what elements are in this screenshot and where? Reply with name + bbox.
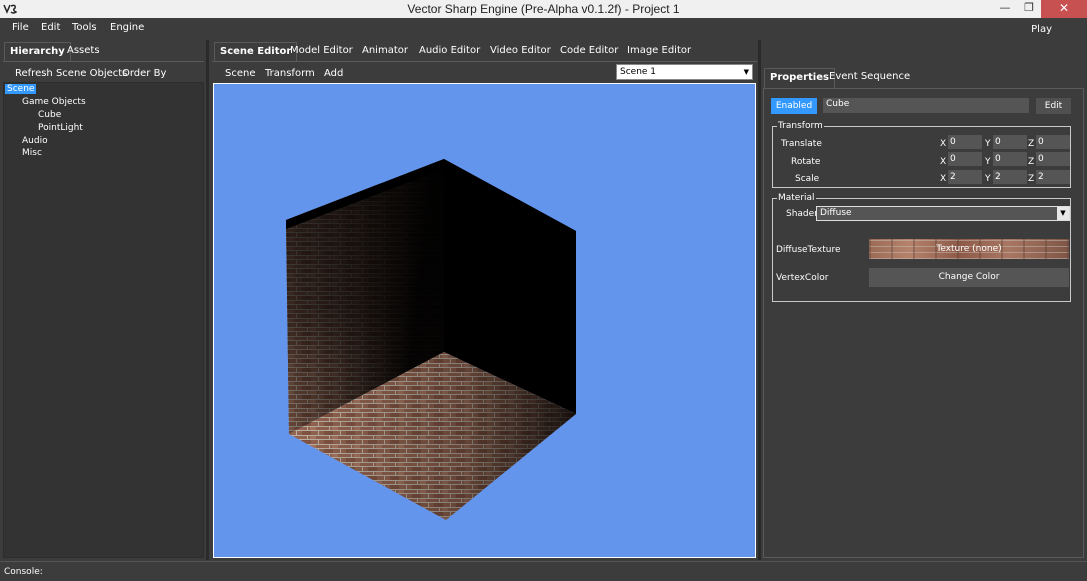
menu-bar: File Edit Tools Engine Play bbox=[0, 18, 1087, 38]
texture-button[interactable]: Texture (none) bbox=[869, 239, 1069, 259]
console-bar: Console: bbox=[0, 561, 1087, 581]
scale-label: Scale bbox=[795, 174, 820, 184]
scene-select[interactable]: Scene 1 ▼ bbox=[616, 64, 753, 80]
menu-file[interactable]: File bbox=[12, 22, 29, 33]
rotate-x-field[interactable]: 0 bbox=[948, 152, 982, 166]
window-title: Vector Sharp Engine (Pre-Alpha v0.1.2f) … bbox=[407, 2, 680, 16]
tree-item-misc[interactable]: Misc bbox=[22, 148, 42, 158]
tab-video-editor[interactable]: Video Editor bbox=[485, 42, 556, 59]
material-title: Material bbox=[777, 193, 816, 203]
diffuse-texture-label: DiffuseTexture bbox=[776, 245, 841, 255]
rotate-z-field[interactable]: 0 bbox=[1036, 152, 1070, 166]
scene-render bbox=[286, 159, 576, 520]
right-splitter[interactable] bbox=[758, 40, 761, 560]
close-button[interactable]: ✕ bbox=[1041, 0, 1087, 18]
shader-select[interactable]: Diffuse ▼ bbox=[816, 206, 1070, 221]
axis-y-label: Y bbox=[985, 174, 991, 184]
play-button[interactable]: Play bbox=[1031, 24, 1052, 35]
rotate-label: Rotate bbox=[791, 157, 821, 167]
object-name-field[interactable]: Cube bbox=[823, 98, 1029, 113]
enabled-toggle[interactable]: Enabled bbox=[771, 98, 817, 114]
editor-tab-divider bbox=[212, 61, 757, 62]
minimize-button[interactable]: — bbox=[993, 0, 1017, 18]
tab-event-sequence[interactable]: Event Sequence bbox=[824, 68, 915, 85]
tab-animator[interactable]: Animator bbox=[357, 42, 413, 59]
tree-item-game-objects[interactable]: Game Objects bbox=[22, 97, 86, 107]
menu-edit[interactable]: Edit bbox=[41, 22, 60, 33]
scale-x-field[interactable]: 2 bbox=[948, 170, 982, 184]
scale-z-field[interactable]: 2 bbox=[1036, 170, 1070, 184]
add-menu[interactable]: Add bbox=[324, 68, 343, 79]
vertex-color-label: VertexColor bbox=[776, 273, 829, 283]
chevron-down-icon: ▼ bbox=[743, 68, 749, 76]
transform-menu[interactable]: Transform bbox=[265, 68, 315, 79]
left-splitter[interactable] bbox=[206, 40, 209, 560]
chevron-down-icon: ▼ bbox=[1057, 207, 1069, 220]
axis-z-label: Z bbox=[1028, 139, 1035, 149]
change-color-button[interactable]: Change Color bbox=[869, 268, 1069, 287]
rotate-y-field[interactable]: 0 bbox=[993, 152, 1027, 166]
scale-y-field[interactable]: 2 bbox=[993, 170, 1027, 184]
tab-image-editor[interactable]: Image Editor bbox=[622, 42, 696, 59]
shader-label: Shader bbox=[786, 209, 818, 219]
axis-z-label: Z bbox=[1028, 157, 1035, 167]
translate-z-field[interactable]: 0 bbox=[1036, 135, 1070, 149]
axis-x-label: X bbox=[940, 157, 947, 167]
axis-x-label: X bbox=[940, 174, 947, 184]
translate-label: Translate bbox=[781, 139, 822, 149]
scene-select-value: Scene 1 bbox=[620, 67, 657, 77]
menu-tools[interactable]: Tools bbox=[72, 22, 97, 33]
tree-item-pointlight[interactable]: PointLight bbox=[38, 123, 83, 133]
transform-title: Transform bbox=[777, 121, 824, 131]
tree-item-audio[interactable]: Audio bbox=[22, 136, 48, 146]
translate-y-field[interactable]: 0 bbox=[993, 135, 1027, 149]
shader-select-value: Diffuse bbox=[820, 208, 852, 218]
tab-model-editor[interactable]: Model Editor bbox=[285, 42, 358, 59]
axis-x-label: X bbox=[940, 139, 947, 149]
tab-assets[interactable]: Assets bbox=[62, 42, 105, 59]
tab-audio-editor[interactable]: Audio Editor bbox=[414, 42, 485, 59]
refresh-scene-objects-button[interactable]: Refresh Scene Objects bbox=[15, 68, 127, 79]
menu-engine[interactable]: Engine bbox=[110, 22, 144, 33]
title-bar: Vector Sharp Engine (Pre-Alpha v0.1.2f) … bbox=[0, 0, 1087, 18]
edit-button[interactable]: Edit bbox=[1036, 98, 1071, 114]
scene-menu[interactable]: Scene bbox=[225, 68, 256, 79]
axis-y-label: Y bbox=[985, 157, 991, 167]
scene-viewport[interactable] bbox=[213, 83, 756, 558]
tree-item-cube[interactable]: Cube bbox=[38, 110, 61, 120]
translate-x-field[interactable]: 0 bbox=[948, 135, 982, 149]
tab-hierarchy[interactable]: Hierarchy bbox=[4, 42, 71, 61]
tree-item-scene[interactable]: Scene bbox=[5, 84, 37, 94]
order-by-button[interactable]: Order By bbox=[122, 68, 166, 79]
console-label: Console: bbox=[4, 567, 43, 577]
maximize-button[interactable]: ❐ bbox=[1017, 0, 1041, 18]
tab-code-editor[interactable]: Code Editor bbox=[555, 42, 623, 59]
tab-divider bbox=[3, 61, 204, 62]
axis-y-label: Y bbox=[985, 139, 991, 149]
axis-z-label: Z bbox=[1028, 174, 1035, 184]
